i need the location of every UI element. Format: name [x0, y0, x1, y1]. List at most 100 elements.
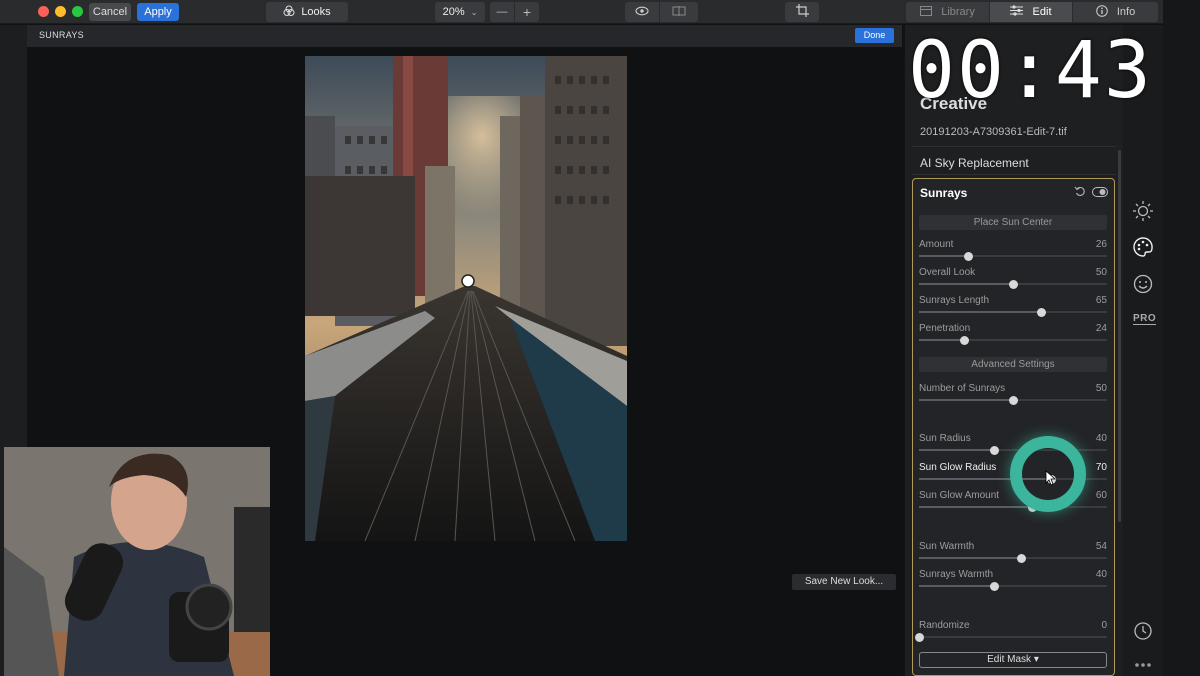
slider-track[interactable] — [919, 557, 1107, 559]
crop-button[interactable] — [785, 2, 819, 22]
advanced-settings-toggle[interactable]: Advanced Settings — [919, 357, 1107, 372]
zoom-select[interactable]: 20% ⌄ — [435, 2, 485, 22]
filter-header-bar: SUNRAYS Done — [27, 25, 902, 47]
slider-value: 60 — [1095, 490, 1107, 501]
sunrays-filter-panel — [912, 178, 1115, 676]
slider-label: Sun Glow Radius — [919, 462, 997, 473]
tab-library[interactable]: Library — [906, 2, 989, 22]
slider-value: 0 — [1101, 620, 1107, 631]
mouse-cursor-icon — [1045, 470, 1057, 489]
slider-fill — [919, 339, 965, 341]
tool-icon-bar — [1123, 25, 1163, 676]
sliders-icon — [1010, 5, 1026, 18]
slider-label: Sunrays Length — [919, 295, 990, 306]
more-options-icon[interactable] — [1132, 660, 1154, 670]
slider-label: Overall Look — [919, 267, 976, 278]
close-window-icon[interactable] — [38, 6, 49, 17]
looks-icon — [283, 2, 295, 22]
eye-icon — [635, 6, 649, 18]
apply-button[interactable]: Apply — [137, 3, 179, 21]
zoom-window-icon[interactable] — [72, 6, 83, 17]
zoom-in-button[interactable]: + — [515, 2, 539, 22]
slider-fill — [919, 283, 1013, 285]
slider-track[interactable] — [919, 255, 1107, 257]
slider-value: 54 — [1095, 541, 1107, 552]
slider-track[interactable] — [919, 585, 1107, 587]
face-icon[interactable] — [1132, 273, 1154, 295]
photo-preview[interactable] — [305, 56, 627, 541]
slider-value: 24 — [1095, 323, 1107, 334]
slider-thumb[interactable] — [915, 633, 924, 642]
compare-button[interactable] — [660, 2, 698, 22]
slider-label: Sun Radius — [919, 433, 971, 444]
slider-track[interactable] — [919, 339, 1107, 341]
preview-button[interactable] — [625, 2, 659, 22]
slider-value: 70 — [1095, 462, 1107, 473]
divider — [912, 174, 1116, 175]
slider-value: 26 — [1095, 239, 1107, 250]
edit-mask-button[interactable]: Edit Mask ▾ — [919, 652, 1107, 668]
looks-label: Looks — [301, 6, 331, 18]
compare-icon — [672, 6, 686, 18]
slider-fill — [919, 399, 1013, 401]
slider-thumb[interactable] — [1016, 554, 1026, 563]
countdown-timer: 00:43 — [908, 26, 1153, 116]
cancel-button[interactable]: Cancel — [89, 3, 131, 21]
slider-label: Number of Sunrays — [919, 383, 1006, 394]
slider-value: 40 — [1095, 433, 1107, 444]
zoom-out-button[interactable]: — — [490, 2, 514, 22]
looks-button[interactable]: Looks — [266, 2, 348, 22]
sunrays-title: Sunrays — [920, 186, 968, 200]
slider-value: 50 — [1095, 267, 1107, 278]
tab-info-label: Info — [1116, 6, 1136, 18]
filter-title: SUNRAYS — [39, 30, 84, 40]
tab-edit[interactable]: Edit — [990, 2, 1072, 22]
tab-edit-label: Edit — [1032, 6, 1052, 18]
panel-scrollbar[interactable] — [1118, 150, 1121, 522]
slider-track[interactable] — [919, 311, 1107, 313]
reset-icon[interactable] — [1074, 186, 1086, 201]
history-clock-icon[interactable] — [1132, 620, 1154, 642]
slider-track[interactable] — [919, 506, 1107, 508]
place-sun-center-button[interactable]: Place Sun Center — [919, 215, 1107, 230]
slider-fill — [919, 311, 1042, 313]
webcam-overlay — [4, 447, 270, 676]
slider-thumb[interactable] — [1009, 396, 1018, 405]
toggle-visibility-icon[interactable] — [1092, 187, 1108, 200]
slider-label: Amount — [919, 239, 954, 250]
city-railway-photo — [305, 56, 627, 541]
slider-fill — [919, 506, 1032, 508]
slider-fill — [919, 585, 995, 587]
slider-value: 65 — [1095, 295, 1107, 306]
slider-thumb[interactable] — [1009, 280, 1018, 289]
filter-ai-sky-replacement[interactable]: AI Sky Replacement — [920, 156, 1029, 170]
save-new-look-button[interactable]: Save New Look... — [792, 574, 896, 590]
slider-thumb[interactable] — [963, 252, 973, 261]
slider-track[interactable] — [919, 449, 1107, 451]
done-button[interactable]: Done — [855, 28, 894, 43]
slider-fill — [919, 449, 995, 451]
zoom-value: 20% — [442, 6, 465, 18]
slider-label: Sunrays Warmth — [919, 569, 994, 580]
slider-label: Sun Glow Amount — [919, 490, 1000, 501]
minimize-window-icon[interactable] — [55, 6, 66, 17]
slider-track[interactable] — [919, 636, 1107, 638]
tab-library-label: Library — [941, 6, 975, 18]
slider-fill — [919, 255, 968, 257]
slider-fill — [919, 557, 1021, 559]
file-name: 20191203-A7309361-Edit-7.tif — [920, 126, 1067, 138]
sun-icon[interactable] — [1132, 200, 1154, 222]
top-toolbar: Cancel Apply Looks 20% ⌄ — + Library Edi… — [0, 0, 1163, 24]
slider-label: Randomize — [919, 620, 970, 631]
presenter-video — [4, 447, 270, 676]
info-icon — [1095, 5, 1111, 18]
slider-value: 40 — [1095, 569, 1107, 580]
palette-icon[interactable] — [1132, 236, 1154, 258]
slider-label: Penetration — [919, 323, 971, 334]
library-icon — [920, 6, 935, 18]
pro-tools-button[interactable]: PRO — [1133, 313, 1157, 325]
chevron-down-icon: ⌄ — [470, 8, 478, 17]
tab-info[interactable]: Info — [1073, 2, 1158, 22]
slider-value: 50 — [1095, 383, 1107, 394]
crop-icon — [795, 4, 809, 18]
